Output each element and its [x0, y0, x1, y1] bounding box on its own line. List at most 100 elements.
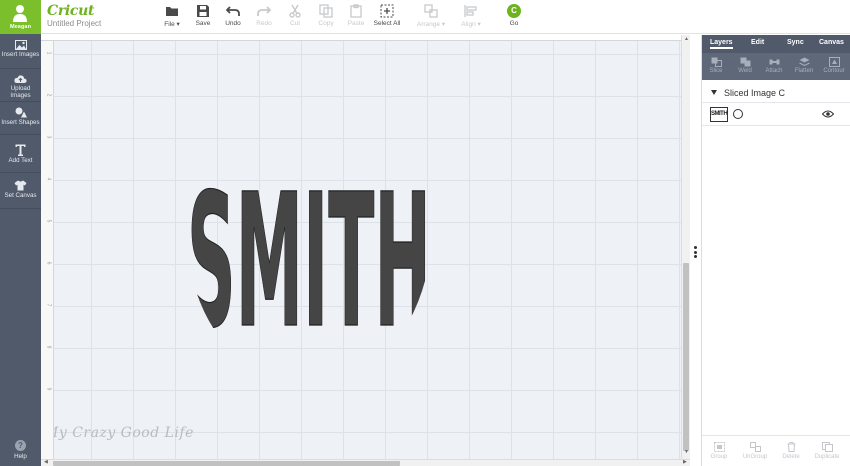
arrange-label: Arrange	[416, 21, 441, 28]
file-label: File	[164, 21, 175, 28]
arrange-menu-button[interactable]: Arrange ▾	[414, 4, 448, 28]
left-sidebar: Insert Images Upload Images Insert Shape…	[0, 34, 41, 466]
undo-icon	[226, 6, 240, 16]
right-panel: Layers Edit Sync Canvas Slice Weld Attac…	[702, 35, 850, 466]
sidebar-item-insert-images[interactable]: Insert Images	[0, 36, 41, 69]
caret-down-icon[interactable]	[711, 90, 717, 95]
sidebar-item-upload-images[interactable]: Upload Images	[0, 70, 41, 102]
ungroup-label: UnGroup	[742, 454, 768, 460]
select-all-button[interactable]: Select All	[372, 4, 402, 27]
sidebar-item-label: Insert Shapes	[1, 119, 40, 126]
user-menu[interactable]: Meagan	[0, 0, 41, 34]
horizontal-scrollbar[interactable]: ◀ ▶	[41, 459, 690, 466]
project-name: Untitled Project	[47, 19, 102, 28]
scroll-right-icon[interactable]: ▶	[683, 459, 687, 465]
vertical-scroll-thumb[interactable]	[683, 263, 689, 451]
image-icon	[14, 40, 27, 50]
ruler-mark: 2	[45, 93, 52, 97]
tshirt-icon	[14, 180, 27, 191]
delete-button[interactable]: Delete	[774, 442, 808, 460]
group-button[interactable]: Group	[702, 442, 736, 460]
weld-button[interactable]: Weld	[731, 57, 759, 74]
align-menu-button[interactable]: Align ▾	[456, 4, 486, 28]
sidebar-item-add-text[interactable]: Add Text	[0, 136, 41, 173]
slice-icon	[711, 57, 722, 67]
layer-group-header[interactable]: Sliced Image C	[702, 85, 850, 103]
cut-button[interactable]: Cut	[280, 4, 310, 27]
help-label: Help	[14, 453, 27, 460]
ungroup-icon	[749, 442, 761, 452]
drag-handle-icon[interactable]	[694, 246, 697, 260]
flatten-icon	[798, 57, 810, 67]
flatten-button[interactable]: Flatten	[790, 57, 818, 74]
sidebar-item-label: Set Canvas	[4, 192, 37, 199]
sidebar-item-set-canvas[interactable]: Set Canvas	[0, 174, 41, 209]
align-icon	[464, 5, 477, 17]
tab-canvas[interactable]: Canvas	[819, 39, 844, 46]
tab-layers[interactable]: Layers	[710, 39, 733, 49]
top-toolbar: Meagan Cricut Untitled Project File ▾ Sa…	[0, 0, 850, 34]
clipboard-icon	[350, 4, 362, 18]
user-icon	[13, 5, 27, 22]
align-label: Align	[461, 21, 476, 28]
eye-icon[interactable]	[822, 110, 834, 118]
sidebar-item-label: Insert Images	[1, 51, 40, 58]
help-icon: ?	[15, 440, 26, 451]
ruler-mark: 8	[45, 345, 52, 349]
save-label: Save	[195, 20, 211, 27]
go-label: Go	[509, 20, 519, 27]
scissors-icon	[289, 4, 301, 18]
trash-icon	[787, 442, 795, 452]
cut-linetype-icon[interactable]	[733, 109, 743, 119]
paste-button[interactable]: Paste	[341, 4, 371, 27]
watermark-text: My Crazy Good Life	[54, 425, 194, 441]
cut-label: Cut	[289, 20, 301, 27]
ruler-mark: 6	[45, 261, 52, 265]
redo-button[interactable]: Redo	[249, 4, 279, 27]
undo-button[interactable]: Undo	[218, 4, 248, 27]
sidebar-item-insert-shapes[interactable]: Insert Shapes	[0, 103, 41, 135]
sidebar-item-label: Upload Images	[10, 85, 31, 99]
design-canvas[interactable]: SMITH My Crazy Good Life	[54, 41, 681, 459]
attach-label: Attach	[765, 68, 783, 74]
slice-button[interactable]: Slice	[702, 57, 730, 74]
copy-label: Copy	[318, 20, 334, 27]
tab-sync[interactable]: Sync	[787, 39, 804, 46]
panel-splitter[interactable]	[690, 35, 702, 466]
contour-label: Contour	[823, 68, 845, 74]
layer-row[interactable]: SMITH	[702, 104, 850, 126]
duplicate-button[interactable]: Duplicate	[810, 442, 844, 460]
scroll-left-icon[interactable]: ◀	[44, 459, 48, 465]
redo-label: Redo	[256, 20, 272, 27]
help-button[interactable]: ? Help	[0, 440, 41, 460]
panel-tabs: Layers Edit Sync Canvas	[702, 35, 850, 53]
vertical-scrollbar[interactable]: ▲ ▼	[681, 35, 690, 459]
go-icon: C	[507, 4, 521, 18]
slice-label: Slice	[709, 68, 723, 74]
copy-button[interactable]: Copy	[311, 4, 341, 27]
group-icon	[713, 442, 725, 452]
tab-edit[interactable]: Edit	[751, 39, 764, 46]
contour-button[interactable]: Contour	[820, 57, 848, 74]
panel-bottom-actions: Group UnGroup Delete Duplicate	[702, 435, 850, 466]
select-all-icon	[380, 4, 394, 18]
save-icon	[197, 5, 209, 17]
sidebar-item-label: Add Text	[8, 157, 33, 164]
redo-icon	[257, 6, 271, 16]
flatten-label: Flatten	[794, 68, 814, 74]
chevron-down-icon: ▾	[477, 21, 481, 28]
ruler-mark: 1	[45, 51, 52, 55]
chevron-down-icon: ▾	[441, 21, 446, 28]
horizontal-scroll-thumb[interactable]	[53, 461, 400, 466]
ruler-mark: 7	[45, 303, 52, 307]
attach-button[interactable]: Attach	[760, 57, 788, 74]
app-logo: Cricut Untitled Project	[47, 2, 101, 28]
ruler-mark: 9	[45, 387, 52, 391]
copy-icon	[319, 4, 333, 18]
save-button[interactable]: Save	[188, 4, 218, 27]
file-menu-button[interactable]: File ▾	[157, 4, 187, 28]
go-button[interactable]: C Go	[502, 4, 526, 27]
group-label: Group	[710, 454, 728, 460]
sliced-smith-design[interactable]: SMITH	[183, 129, 435, 341]
ungroup-button[interactable]: UnGroup	[738, 442, 772, 460]
